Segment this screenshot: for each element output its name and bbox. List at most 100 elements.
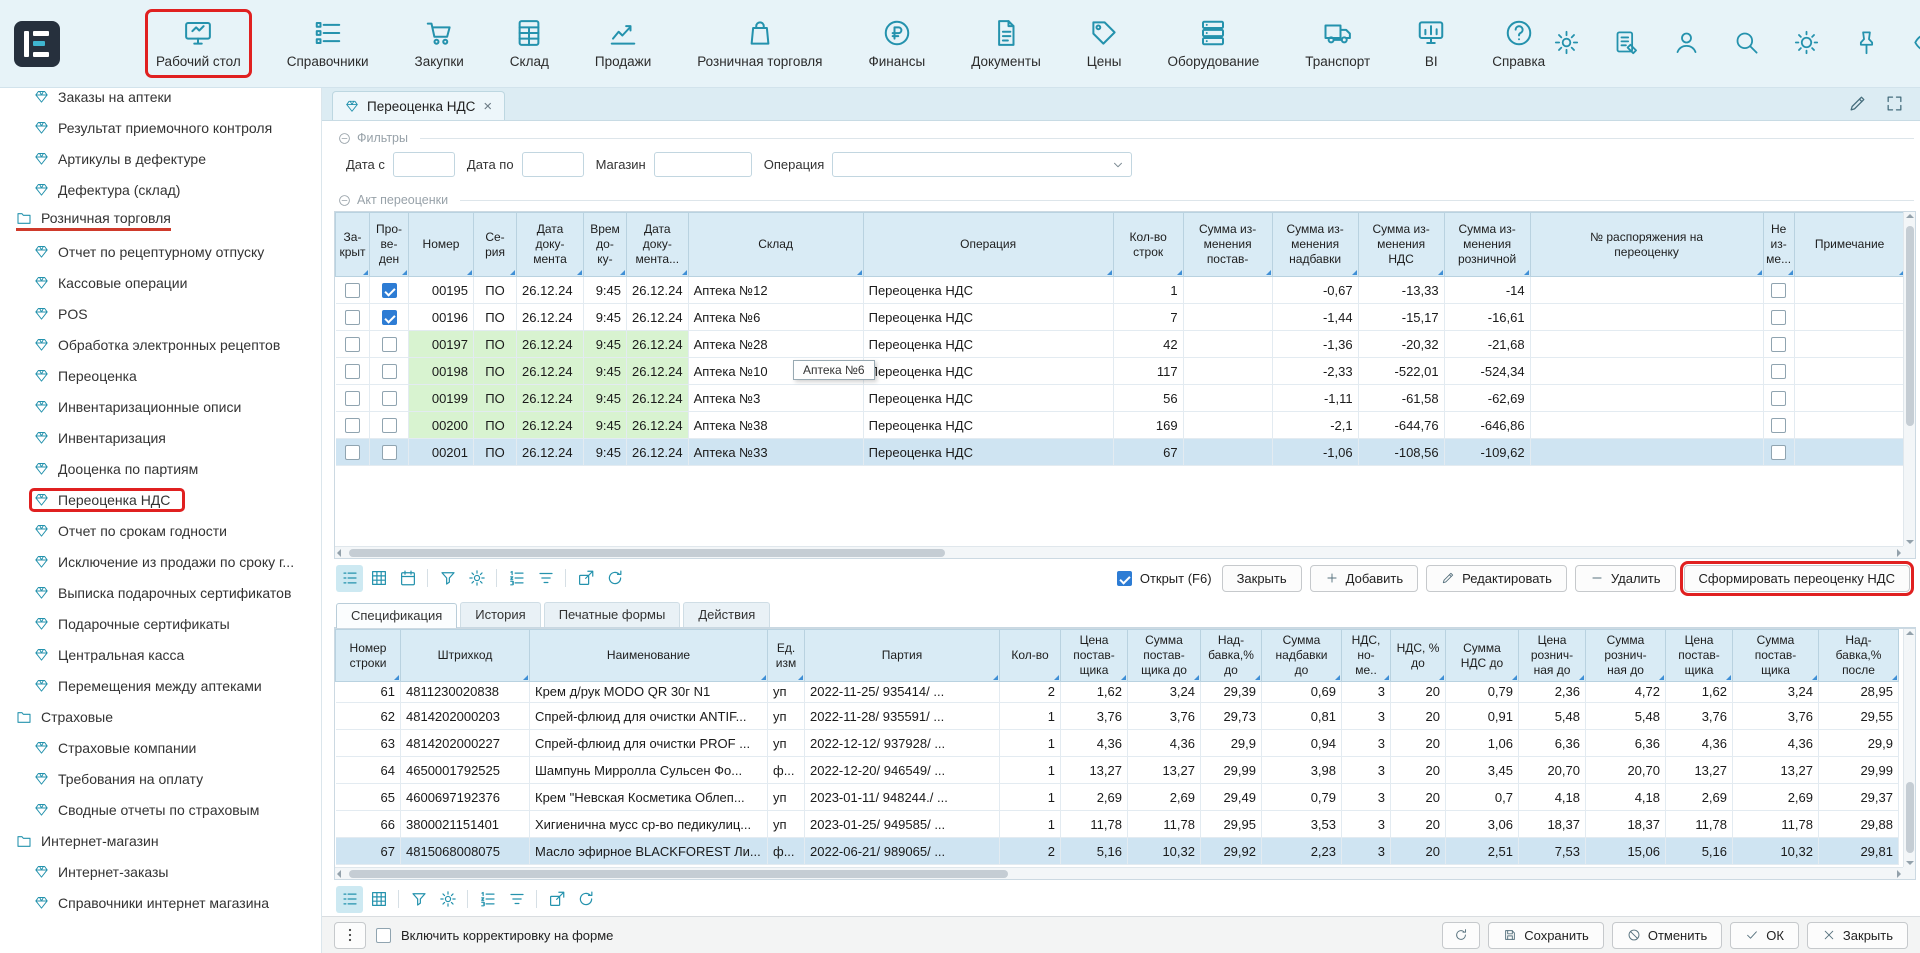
menu-item-bi[interactable]: BI — [1408, 12, 1454, 75]
sidebar-item-insurance[interactable]: Страховые — [0, 701, 321, 732]
sidebar-item-vat-revaluation[interactable]: Переоценка НДС — [0, 484, 321, 515]
tab-actions[interactable]: Действия — [683, 602, 770, 627]
unchanged-checkbox[interactable] — [1771, 445, 1786, 460]
act-row[interactable]: 00201ПО26.12.249:4526.12.24Аптека №33Пер… — [336, 439, 1906, 466]
closed-checkbox[interactable] — [345, 445, 360, 460]
sidebar-item-prescription-report[interactable]: Отчет по рецептурному отпуску — [0, 236, 321, 267]
footer-close-button[interactable]: Закрыть — [1807, 922, 1908, 949]
act-toolbar-settings-button[interactable] — [463, 565, 490, 592]
spec-column-header[interactable]: Партия — [805, 630, 1000, 682]
sidebar-item-defect-articles[interactable]: Артикулы в дефектуре — [0, 143, 321, 174]
spec-column-header[interactable]: Цена постав- щика — [1666, 630, 1733, 682]
menu-item-help[interactable]: Справка — [1484, 12, 1553, 75]
spec-row[interactable]: 654600697192376Крем "Невская Косметика О… — [336, 784, 1899, 811]
unchanged-checkbox[interactable] — [1771, 283, 1786, 298]
spec-vertical-scrollbar[interactable] — [1903, 629, 1915, 867]
user-button[interactable] — [1673, 29, 1700, 59]
menu-item-catalogs[interactable]: Справочники — [279, 12, 377, 75]
act-generate-vat-revaluation-button[interactable]: Сформировать переоценку НДС — [1684, 565, 1910, 592]
spec-column-header[interactable]: Наименование — [530, 630, 768, 682]
sidebar-item-central-cash[interactable]: Центральная касса — [0, 639, 321, 670]
menu-item-documents[interactable]: Документы — [963, 12, 1049, 75]
tab-specification[interactable]: Спецификация — [336, 603, 457, 628]
unchanged-checkbox[interactable] — [1771, 364, 1786, 379]
tab-history[interactable]: История — [460, 602, 540, 627]
tab-vat-revaluation[interactable]: Переоценка НДС × — [332, 91, 505, 120]
closed-checkbox[interactable] — [345, 364, 360, 379]
act-column-header[interactable]: Операция — [863, 213, 1113, 277]
posted-checkbox[interactable] — [382, 310, 397, 325]
sidebar-item-expiry-report[interactable]: Отчет по срокам годности — [0, 515, 321, 546]
spec-column-header[interactable]: Ед. изм — [768, 630, 805, 682]
spec-column-header[interactable]: Цена постав- щика — [1061, 630, 1128, 682]
menu-item-equipment[interactable]: Оборудование — [1159, 12, 1267, 75]
menu-item-purchases[interactable]: Закупки — [407, 12, 472, 75]
app-logo[interactable] — [14, 21, 60, 67]
sidebar-item-gift-cert-issue[interactable]: Выписка подарочных сертификатов — [0, 577, 321, 608]
collapse-icon[interactable] — [338, 194, 351, 207]
sidebar-item-online-catalogs[interactable]: Справочники интернет магазина — [0, 887, 321, 918]
posted-checkbox[interactable] — [382, 418, 397, 433]
search-button[interactable] — [1733, 29, 1760, 59]
sidebar-item-cash-operations[interactable]: Кассовые операции — [0, 267, 321, 298]
spec-row[interactable]: 624814202000203Спрей-флюид для очистки A… — [336, 703, 1899, 730]
closed-checkbox[interactable] — [345, 418, 360, 433]
tab-close-icon[interactable]: × — [483, 99, 492, 114]
expand-button[interactable] — [1885, 94, 1904, 116]
spec-row[interactable]: 634814202000227Спрей-флюид для очистки P… — [336, 730, 1899, 757]
menu-item-prices[interactable]: Цены — [1079, 12, 1130, 75]
closed-checkbox[interactable] — [345, 310, 360, 325]
spec-toolbar-filter-button[interactable] — [405, 886, 432, 913]
act-toolbar-sort-button[interactable] — [532, 565, 559, 592]
act-column-header[interactable]: Дата доку- мента... — [627, 213, 689, 277]
act-column-header[interactable]: Врем до- ку- — [584, 213, 627, 277]
spec-toolbar-numbered-list-button[interactable] — [474, 886, 501, 913]
act-delete-button[interactable]: Удалить — [1575, 565, 1676, 592]
spec-toolbar-sort-button[interactable] — [503, 886, 530, 913]
store-input[interactable] — [654, 152, 752, 177]
spec-toolbar-view-table-button[interactable] — [365, 886, 392, 913]
spec-row[interactable]: 663800021151401Хигиенична мусс ср-во пед… — [336, 811, 1899, 838]
act-horizontal-scrollbar[interactable] — [335, 546, 1903, 558]
spec-column-header[interactable]: Сумма рознич- ная до — [1586, 630, 1666, 682]
spec-column-header[interactable]: Сумма НДС до — [1446, 630, 1519, 682]
spec-horizontal-scrollbar[interactable] — [335, 867, 1903, 879]
act-row[interactable]: 00197ПО26.12.249:4526.12.24Аптека №28Пер… — [336, 331, 1906, 358]
act-column-header[interactable]: Сумма из- менения надбавки — [1272, 213, 1358, 277]
act-toolbar-numbered-list-button[interactable] — [503, 565, 530, 592]
menu-item-retail[interactable]: Розничная торговля — [689, 12, 830, 75]
posted-checkbox[interactable] — [382, 337, 397, 352]
act-row[interactable]: 00199ПО26.12.249:4526.12.24Аптека №3Пере… — [336, 385, 1906, 412]
sidebar-item-pos[interactable]: POS — [0, 298, 321, 329]
settings-button[interactable] — [1553, 29, 1580, 59]
act-column-header[interactable]: Про- ве- ден — [370, 213, 409, 277]
act-column-header[interactable]: Склад — [688, 213, 863, 277]
act-toolbar-view-table-button[interactable] — [365, 565, 392, 592]
spec-column-header[interactable]: Цена рознич- ная до — [1519, 630, 1586, 682]
menu-item-finance[interactable]: Финансы — [861, 12, 934, 75]
collapse-icon[interactable] — [338, 132, 351, 145]
sidebar-item-online-store[interactable]: Интернет-магазин — [0, 825, 321, 856]
act-row[interactable]: 00196ПО26.12.249:4526.12.24Аптека №6Пере… — [336, 304, 1906, 331]
sidebar-item-pharmacy-transfers[interactable]: Перемещения между аптеками — [0, 670, 321, 701]
closed-checkbox[interactable] — [345, 391, 360, 406]
sidebar-item-retail-trade[interactable]: Розничная торговля — [0, 205, 321, 236]
act-column-header[interactable]: Сумма из- менения НДС — [1358, 213, 1444, 277]
spec-column-header[interactable]: Кол-во — [1000, 630, 1061, 682]
act-toolbar-view-list-button[interactable] — [336, 565, 363, 592]
unchanged-checkbox[interactable] — [1771, 391, 1786, 406]
footer-refresh-button[interactable] — [1442, 922, 1480, 949]
spec-column-header[interactable]: Над- бавка,% после — [1819, 630, 1899, 682]
posted-checkbox[interactable] — [382, 391, 397, 406]
act-toolbar-export-button[interactable] — [572, 565, 599, 592]
open-f6-checkbox[interactable] — [1117, 571, 1132, 586]
unchanged-checkbox[interactable] — [1771, 337, 1786, 352]
spec-row[interactable]: 614811230020838Крем д/рук MODO QR 30г N1… — [336, 682, 1899, 703]
spec-row[interactable]: 674815068008075Масло эфирное BLACKFOREST… — [336, 838, 1899, 865]
edit-layout-button[interactable] — [1848, 94, 1867, 116]
spec-column-header[interactable]: Над- бавка,% до — [1201, 630, 1262, 682]
sidebar-item-insurance-reports[interactable]: Сводные отчеты по страховым — [0, 794, 321, 825]
act-column-header[interactable]: Номер — [409, 213, 474, 277]
spec-row[interactable]: 644650001792525Шампунь Мирролла Сульсен … — [336, 757, 1899, 784]
spec-column-header[interactable]: НДС, % до — [1391, 630, 1446, 682]
